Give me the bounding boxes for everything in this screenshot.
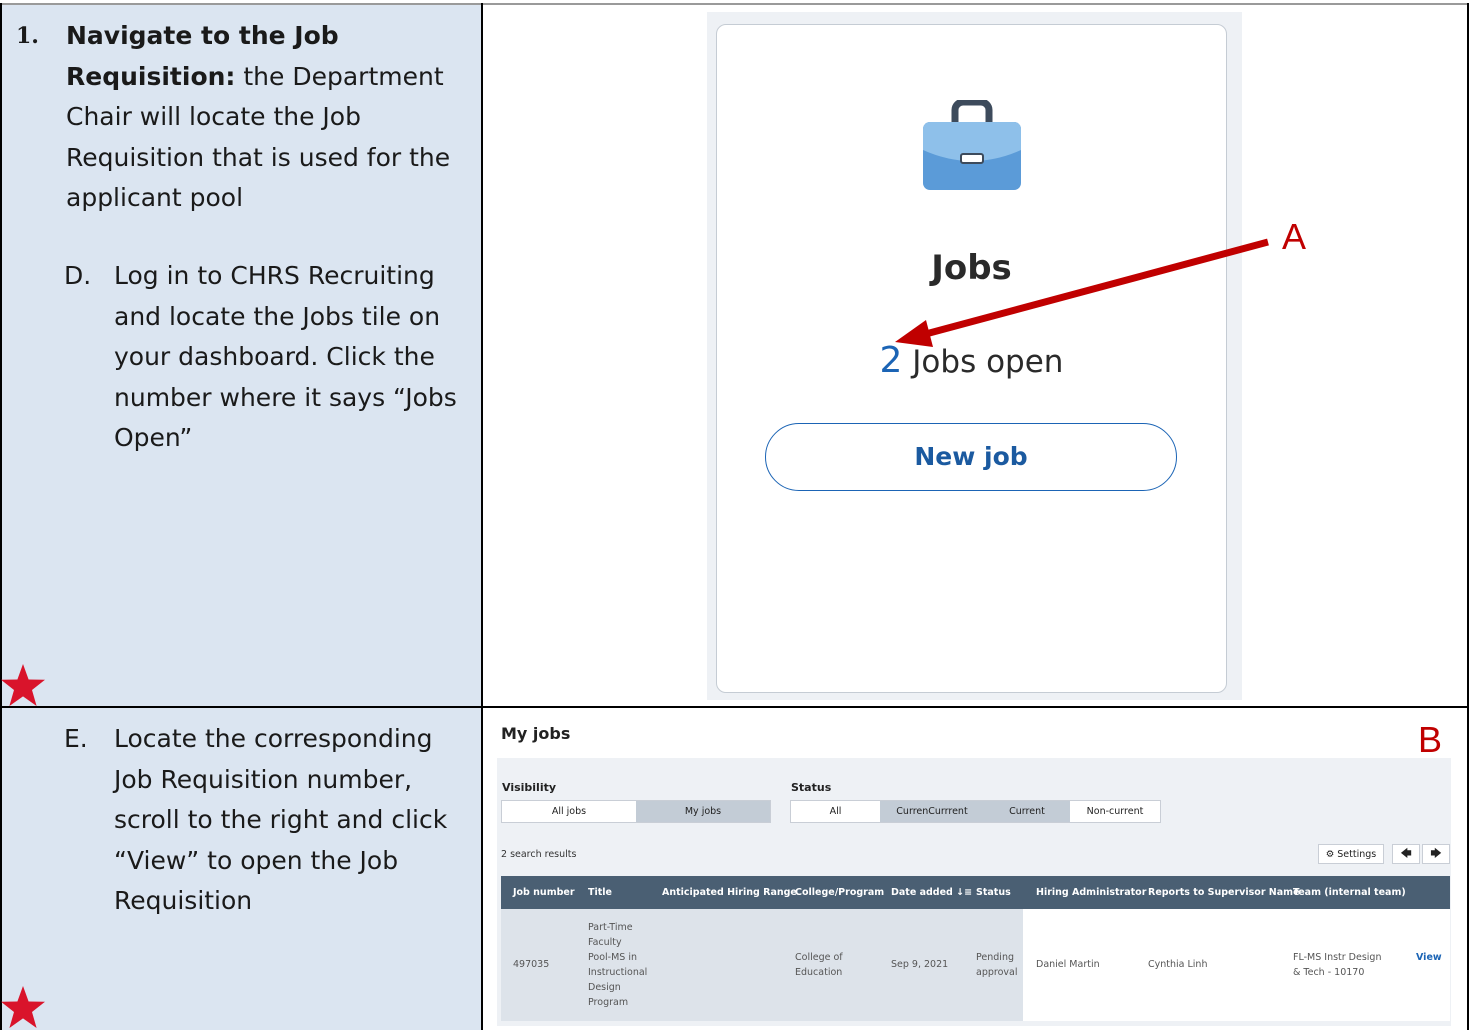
cell-college: College of Education (795, 950, 843, 980)
substep-e-text: Locate the corresponding Job Requisition… (114, 724, 448, 915)
settings-button[interactable]: ⚙ Settings (1318, 844, 1384, 864)
cell-supervisor: Cynthia Linh (1148, 959, 1208, 970)
table-row: 497035 Part-Time Faculty Pool-MS in Inst… (501, 909, 1450, 1021)
callout-b-label: B (1418, 719, 1443, 760)
arrow-right-icon: 🡆 (1430, 846, 1442, 860)
next-page-button[interactable]: 🡆 (1422, 844, 1450, 864)
column-header-job-number[interactable]: Job number (513, 876, 575, 909)
cell-title-line: Instructional (588, 967, 648, 978)
view-link[interactable]: View (1416, 950, 1442, 965)
cell-team-line: & Tech - 10170 (1293, 967, 1365, 978)
column-header-date-added[interactable]: Date added ↓≡ (891, 876, 972, 909)
date-added-label: Date added (891, 887, 953, 898)
prev-page-button[interactable]: 🡄 (1392, 844, 1420, 864)
cell-title-line: Part-Time (588, 922, 633, 933)
cell-hiring-administrator: Daniel Martin (1036, 959, 1100, 970)
column-header-supervisor[interactable]: Reports to Supervisor Name (1148, 876, 1300, 909)
substep-d-letter: D. (64, 261, 92, 290)
step-number: 1. (16, 23, 39, 49)
visibility-toggle: All jobs My jobs (501, 800, 771, 823)
step-body: Navigate to the Job Requisition: the Dep… (66, 16, 476, 219)
sort-desc-icon: ↓≡ (956, 887, 973, 898)
cell-title: Part-Time Faculty Pool-MS in Instruction… (588, 920, 647, 1010)
visibility-option-all-jobs[interactable]: All jobs (502, 801, 636, 822)
gear-icon: ⚙ (1325, 848, 1335, 860)
status-option-non-current[interactable]: Non-current (1070, 801, 1160, 822)
visibility-option-my-jobs[interactable]: My jobs (636, 801, 770, 822)
column-header-title[interactable]: Title (588, 876, 612, 909)
cell-college-line: Education (795, 967, 843, 978)
substep-e-letter: E. (64, 724, 88, 753)
jobs-open-label: Jobs open (902, 344, 1064, 380)
cell-title-line: Pool-MS in (588, 952, 637, 963)
jobs-tile-title: Jobs (931, 248, 1012, 288)
cell-status: Pending approval (976, 950, 1018, 980)
status-option-all[interactable]: All (791, 801, 880, 822)
jobs-open-line: 2 Jobs open (716, 340, 1227, 381)
table-border-left (0, 3, 2, 1030)
table-column-divider (481, 3, 483, 1030)
star-icon (1, 664, 45, 706)
cell-status-line: approval (976, 967, 1018, 978)
star-icon (1, 986, 45, 1028)
status-label: Status (791, 781, 832, 794)
cell-college-line: College of (795, 952, 843, 963)
cell-title-line: Design (588, 982, 621, 993)
status-option-currencurrrent[interactable]: CurrenCurrrent (880, 801, 984, 822)
status-option-current[interactable]: Current (984, 801, 1070, 822)
table-border-top (0, 3, 1469, 5)
column-header-college-program[interactable]: College/Program (795, 876, 884, 909)
column-header-hiring-range[interactable]: Anticipated Hiring Range (662, 876, 797, 909)
cell-team-line: FL-MS Instr Design (1293, 952, 1382, 963)
cell-title-line: Program (588, 997, 629, 1008)
substep-d-text: Log in to CHRS Recruiting and locate the… (114, 261, 457, 452)
cell-status-line: Pending (976, 952, 1014, 963)
briefcase-icon (923, 100, 1021, 190)
status-toggle: All CurrenCurrrent Current Non-current (790, 800, 1161, 823)
jobs-open-count-link[interactable]: 2 (880, 340, 903, 381)
new-job-button[interactable]: New job (765, 423, 1177, 491)
cell-date-added: Sep 9, 2021 (891, 959, 949, 970)
column-header-team[interactable]: Team (internal team) (1293, 876, 1406, 909)
column-header-hiring-administrator[interactable]: Hiring Administrator (1036, 876, 1146, 909)
my-jobs-title: My jobs (501, 724, 571, 743)
jobs-table-header: Job number Title Anticipated Hiring Rang… (501, 876, 1450, 909)
cell-team: FL-MS Instr Design & Tech - 10170 (1293, 950, 1382, 980)
search-results-count: 2 search results (501, 849, 577, 860)
callout-a-label: A (1282, 216, 1307, 257)
settings-label: Settings (1337, 848, 1377, 860)
table-row-divider (0, 706, 1469, 708)
visibility-label: Visibility (502, 781, 557, 794)
arrow-left-icon: 🡄 (1400, 846, 1412, 860)
cell-job-number: 497035 (513, 959, 550, 970)
cell-title-line: Faculty (588, 937, 622, 948)
column-header-status[interactable]: Status (976, 876, 1011, 909)
